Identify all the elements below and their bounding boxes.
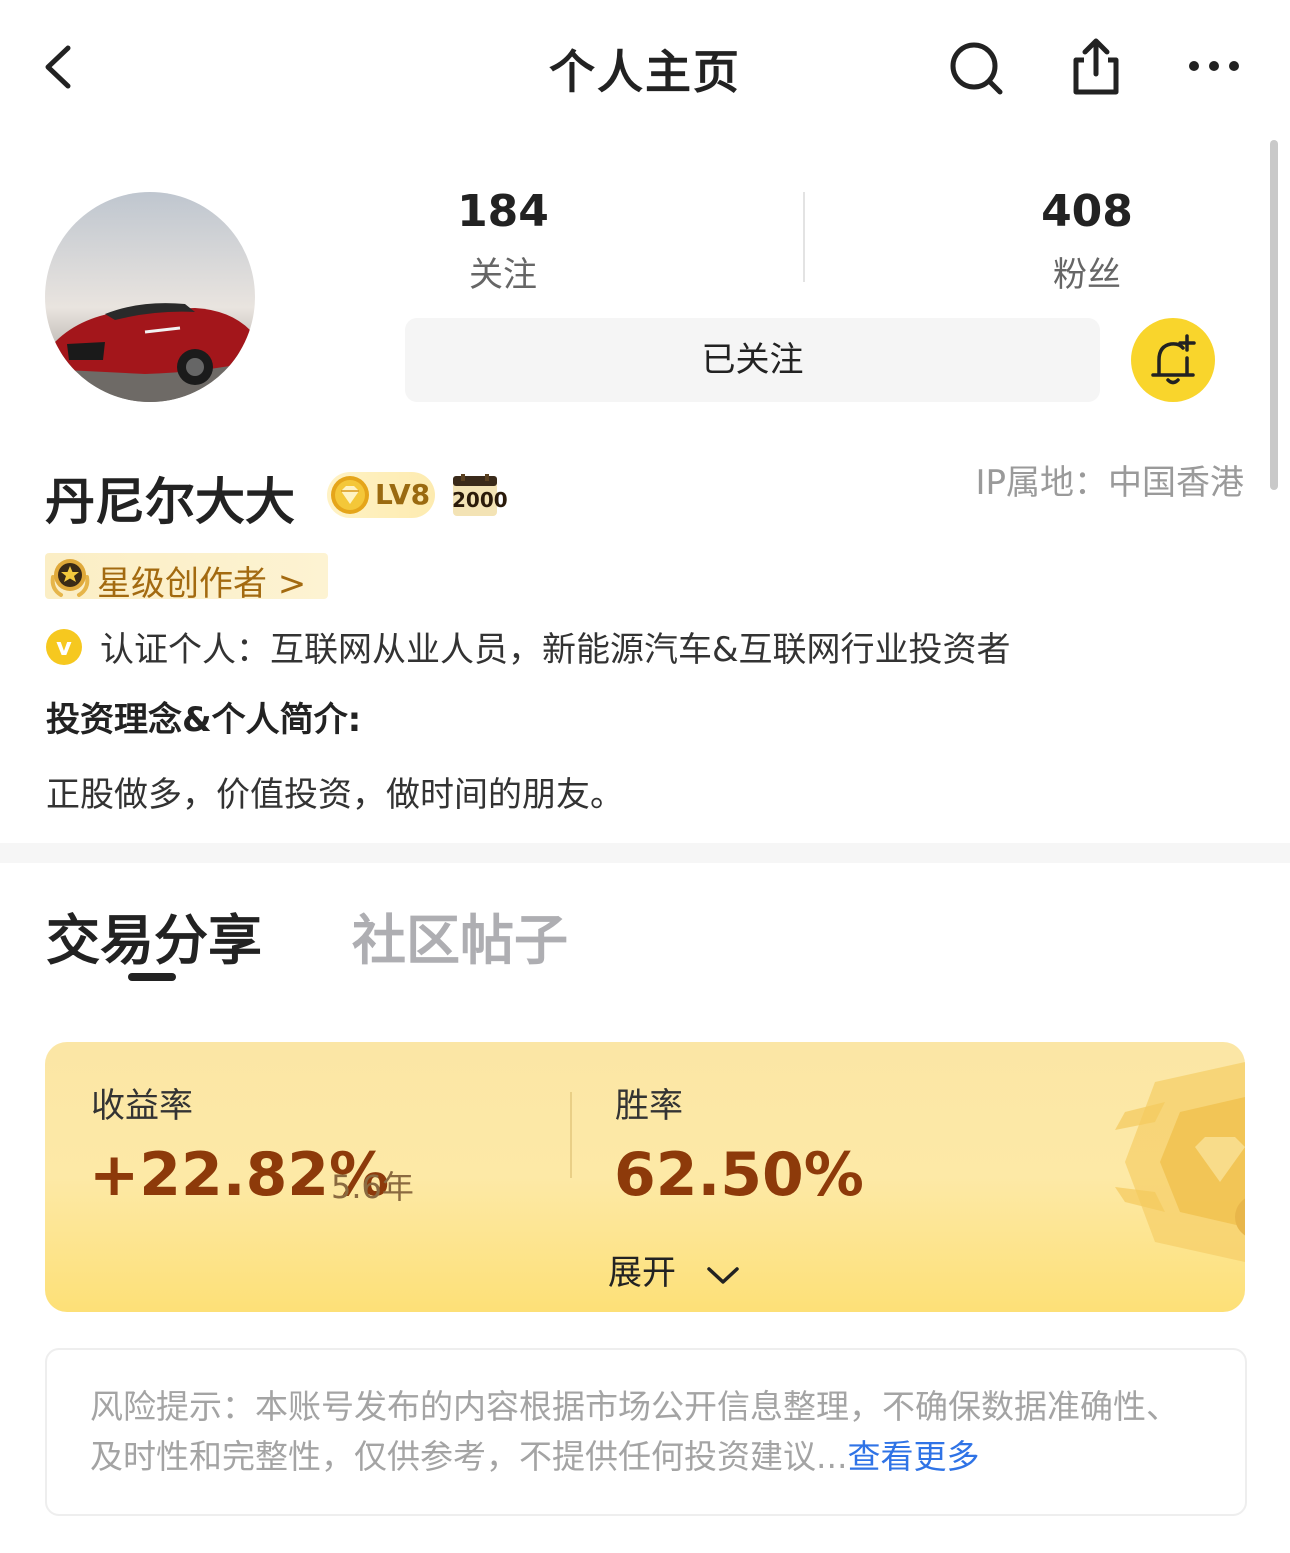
verification-text: 认证个人：互联网从业人员，新能源汽车&互联网行业投资者 <box>100 630 1011 670</box>
avatar[interactable] <box>45 192 255 402</box>
stats-divider <box>803 192 805 282</box>
follow-button[interactable]: 已关注 <box>405 318 1100 402</box>
user-name: 丹尼尔大大 <box>45 473 295 531</box>
return-rate-label: 收益率 <box>91 1086 193 1126</box>
tab-active-indicator <box>128 973 176 981</box>
star-medal-icon <box>50 559 90 597</box>
verified-icon: v <box>46 629 82 665</box>
bell-plus-icon <box>1151 334 1196 385</box>
scrollbar[interactable] <box>1270 140 1278 490</box>
risk-disclosure-text: 风险提示：本账号发布的内容根据市场公开信息整理，不确保数据准确性、及时性和完整性… <box>90 1382 1180 1482</box>
win-rate-label: 胜率 <box>615 1086 683 1126</box>
calendar-badge-text: 2000 <box>452 488 508 512</box>
share-icon[interactable] <box>1066 36 1126 98</box>
trophy-badge-icon <box>1115 1062 1245 1262</box>
calendar-badge[interactable]: 2000 <box>452 474 508 518</box>
chevron-down-icon <box>707 1266 739 1284</box>
creator-badge-label[interactable]: 星级创作者 > <box>97 556 306 605</box>
section-divider <box>0 843 1290 863</box>
search-icon[interactable] <box>946 38 1006 98</box>
view-more-link[interactable]: 查看更多 <box>847 1437 979 1476</box>
ip-location: IP属地：中国香港 <box>975 463 1244 503</box>
more-icon[interactable] <box>1186 56 1242 76</box>
tab-trade-share[interactable]: 交易分享 <box>46 896 262 975</box>
bio-text: 正股做多，价值投资，做时间的朋友。 <box>46 775 624 815</box>
risk-text: 风险提示：本账号发布的内容根据市场公开信息整理，不确保数据准确性、及时性和完整性… <box>90 1387 1179 1476</box>
performance-divider <box>570 1092 572 1178</box>
diamond-icon <box>331 476 369 514</box>
win-rate-value: 62.50% <box>614 1140 864 1210</box>
expand-button[interactable]: 展开 <box>608 1245 741 1294</box>
return-period: 5.6年 <box>331 1168 414 1206</box>
notify-bell-button[interactable] <box>1131 318 1215 402</box>
following-label[interactable]: 关注 <box>403 247 603 296</box>
tab-community-posts[interactable]: 社区帖子 <box>352 896 568 975</box>
following-count[interactable]: 184 <box>403 186 603 237</box>
bio-title: 投资理念&个人简介: <box>46 700 362 740</box>
level-text: LV8 <box>375 478 431 511</box>
followers-count[interactable]: 408 <box>987 186 1187 237</box>
expand-label: 展开 <box>608 1253 676 1293</box>
followers-label[interactable]: 粉丝 <box>987 247 1187 296</box>
